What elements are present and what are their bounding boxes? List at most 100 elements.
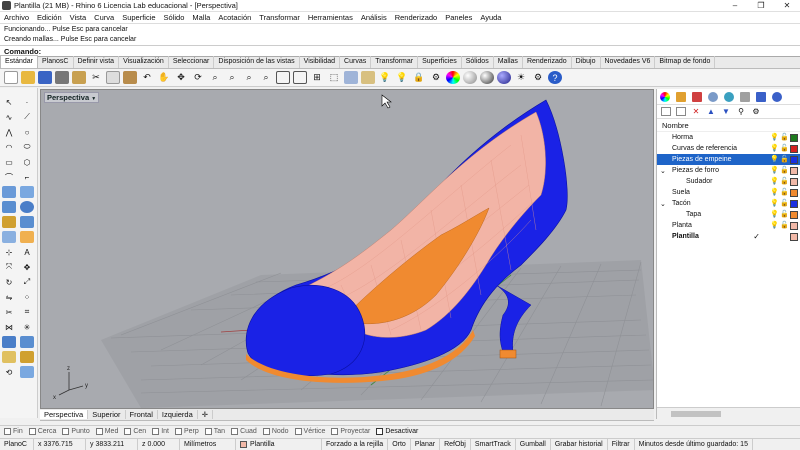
- hide-object-icon[interactable]: 💡: [378, 71, 392, 84]
- boolean-icon[interactable]: [20, 216, 34, 228]
- select-arrow-icon[interactable]: ↖: [2, 96, 16, 108]
- menu-item[interactable]: Análisis: [357, 13, 391, 22]
- visibility-bulb-icon[interactable]: 💡: [770, 189, 779, 197]
- osnap-punto[interactable]: Punto: [62, 428, 90, 435]
- save-icon[interactable]: [38, 71, 52, 84]
- lock-icon[interactable]: 🔓: [780, 200, 789, 208]
- toolbar-tab[interactable]: Estándar: [0, 55, 39, 68]
- menu-item[interactable]: Edición: [33, 13, 66, 22]
- osnap-proyectar[interactable]: Proyectar: [331, 428, 370, 435]
- toolbar-tab[interactable]: Superficies: [418, 56, 462, 68]
- lock-icon[interactable]: 🔓: [780, 167, 789, 175]
- rotate-view-icon[interactable]: ⟳: [191, 71, 205, 84]
- four-viewports-icon[interactable]: [276, 71, 290, 84]
- status-units[interactable]: Milímetros: [180, 439, 236, 450]
- layer-color-swatch[interactable]: [790, 133, 798, 142]
- menu-item[interactable]: Herramientas: [304, 13, 357, 22]
- menu-item[interactable]: Transformar: [255, 13, 304, 22]
- visibility-bulb-icon[interactable]: 💡: [770, 222, 779, 230]
- layer-row[interactable]: Sudador 💡 🔓: [657, 176, 800, 187]
- menu-item[interactable]: Vista: [66, 13, 91, 22]
- grid-icon[interactable]: [293, 71, 307, 84]
- explode-icon[interactable]: ✳: [20, 321, 34, 333]
- undo-icon[interactable]: ↶: [140, 71, 154, 84]
- dimension-icon[interactable]: ⊹: [2, 246, 16, 258]
- lock-icon[interactable]: 🔒: [412, 71, 426, 84]
- move-icon[interactable]: ✥: [20, 261, 34, 273]
- visibility-bulb-icon[interactable]: 💡: [770, 134, 779, 142]
- layer-color-swatch[interactable]: [790, 199, 798, 208]
- rectangle-icon[interactable]: ▭: [2, 156, 16, 168]
- line-icon[interactable]: ⟋: [20, 111, 34, 123]
- toolbar-tab[interactable]: Mallas: [494, 56, 523, 68]
- layer-row[interactable]: ⌄ Piezas de forro 💡 🔓: [657, 165, 800, 176]
- toolbar-tab[interactable]: Visibilidad: [300, 56, 341, 68]
- new-sublayer-icon[interactable]: [676, 107, 686, 116]
- toolbar-tab[interactable]: Visualización: [119, 56, 169, 68]
- layer-row[interactable]: Tapa 💡 🔓: [657, 209, 800, 220]
- move-view-icon[interactable]: ✥: [174, 71, 188, 84]
- status-pane-button[interactable]: Minutos desde último guardado: 15: [635, 439, 753, 450]
- lock-icon[interactable]: 🔓: [780, 189, 789, 197]
- box-icon[interactable]: [2, 201, 16, 213]
- layer-expander-icon[interactable]: ⌄: [660, 167, 668, 175]
- toolbar-tab[interactable]: Curvas: [340, 56, 372, 68]
- open-folder-icon[interactable]: [21, 71, 35, 84]
- perspective-viewport[interactable]: z y x Perspectiva ▼: [40, 89, 654, 409]
- layer-row[interactable]: ⌄ Tacón 💡 🔓: [657, 198, 800, 209]
- cplane-icon[interactable]: ⊞: [310, 71, 324, 84]
- panel-horizontal-scrollbar[interactable]: [657, 407, 800, 419]
- show-object-icon[interactable]: 💡: [395, 71, 409, 84]
- color-wheel-tab-icon[interactable]: [660, 91, 670, 102]
- zoom-selected-icon[interactable]: ⌕: [259, 71, 273, 84]
- extrude-surface-icon[interactable]: [20, 186, 34, 198]
- viewport-label[interactable]: Perspectiva ▼: [44, 92, 100, 103]
- material-tab-icon[interactable]: [692, 91, 702, 102]
- trim-icon[interactable]: ⌗: [20, 306, 34, 318]
- osnap-checkbox[interactable]: [174, 428, 182, 435]
- osnap-checkbox[interactable]: [62, 428, 70, 435]
- layer-row[interactable]: Plantilla ✓: [657, 231, 800, 242]
- osnap-checkbox[interactable]: [95, 428, 103, 435]
- layer-row[interactable]: Horma 💡 🔓: [657, 132, 800, 143]
- circle-icon[interactable]: ○: [20, 126, 34, 138]
- zoom-extents-icon[interactable]: ⌕: [242, 71, 256, 84]
- drafting-icon[interactable]: [20, 351, 34, 363]
- osnap-checkbox[interactable]: [152, 428, 160, 435]
- layer-color-swatch[interactable]: [790, 188, 798, 197]
- viewport-tab[interactable]: Izquierda: [158, 410, 198, 419]
- move-up-icon[interactable]: ▲: [706, 107, 716, 116]
- new-file-icon[interactable]: [4, 71, 18, 84]
- array-icon[interactable]: ⁘: [20, 291, 34, 303]
- options-icon[interactable]: ⚙: [531, 71, 545, 84]
- layer-color-swatch[interactable]: [790, 177, 798, 186]
- color-wheel-icon[interactable]: [446, 71, 460, 84]
- text-icon[interactable]: A: [20, 246, 34, 258]
- shaded-sphere-icon[interactable]: [463, 71, 477, 84]
- toolbar-tab[interactable]: Dibujo: [572, 56, 601, 68]
- delete-layer-icon[interactable]: ✕: [691, 107, 701, 116]
- properties-icon[interactable]: [344, 71, 358, 84]
- curve-tools-icon[interactable]: ⌒: [2, 171, 16, 183]
- layer-color-swatch[interactable]: [790, 210, 798, 219]
- osnap-checkbox[interactable]: [331, 428, 339, 435]
- layers-tab-icon[interactable]: [676, 91, 686, 102]
- lights-icon[interactable]: ☀: [514, 71, 528, 84]
- close-button[interactable]: ✕: [774, 0, 800, 12]
- status-pane-button[interactable]: Grabar historial: [551, 439, 608, 450]
- transform-icon[interactable]: ⤧: [2, 261, 16, 273]
- print-icon[interactable]: [55, 71, 69, 84]
- toolbar-tab[interactable]: Transformar: [371, 56, 419, 68]
- viewport-canvas[interactable]: z y x: [41, 90, 654, 409]
- osnap-desactivar[interactable]: Desactivar: [376, 428, 418, 435]
- render-tab-icon[interactable]: [708, 91, 718, 102]
- new-layer-icon[interactable]: [661, 107, 671, 116]
- select-icon[interactable]: ⬚: [327, 71, 341, 84]
- status-pane-button[interactable]: Gumball: [516, 439, 551, 450]
- menu-item[interactable]: Renderizado: [391, 13, 442, 22]
- lock-icon[interactable]: 🔓: [780, 178, 789, 186]
- visibility-bulb-icon[interactable]: 💡: [770, 167, 779, 175]
- layer-row[interactable]: Suela 💡 🔓: [657, 187, 800, 198]
- lock-icon[interactable]: 🔓: [780, 156, 789, 164]
- menu-item[interactable]: Malla: [188, 13, 214, 22]
